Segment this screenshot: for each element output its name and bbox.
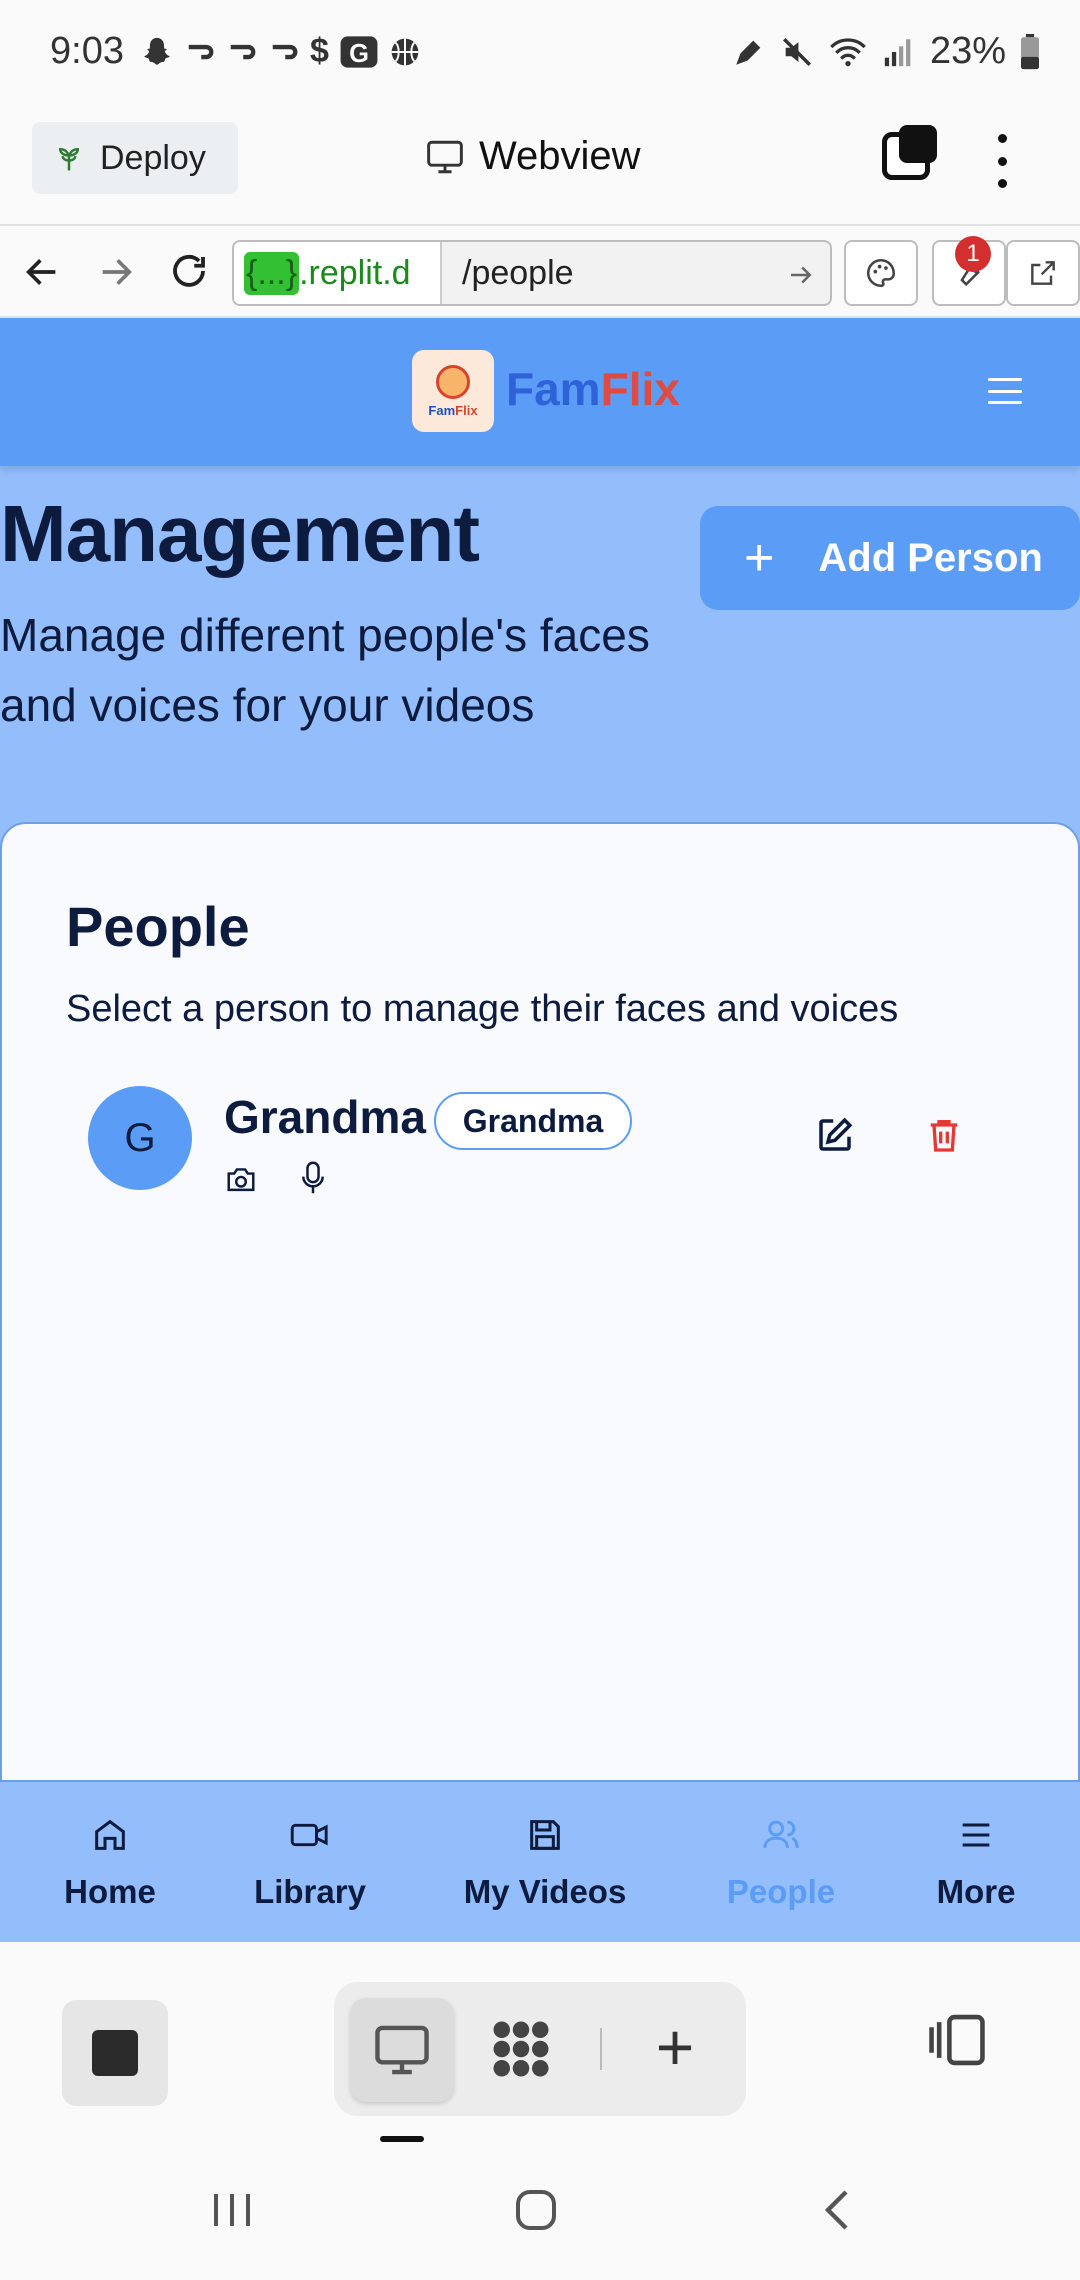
tabs-switcher-icon[interactable] bbox=[882, 125, 937, 180]
video-icon bbox=[290, 1823, 328, 1847]
url-host-text: .replit.d bbox=[299, 253, 411, 292]
view-switcher: + bbox=[334, 1982, 746, 2116]
open-external-button[interactable] bbox=[1006, 240, 1080, 306]
webview-label: Webview bbox=[479, 134, 641, 178]
recent-apps-icon[interactable] bbox=[210, 2190, 254, 2230]
signal-icon bbox=[884, 38, 911, 66]
camera-icon bbox=[227, 1168, 255, 1192]
card-title: People bbox=[66, 895, 250, 958]
deploy-button[interactable]: Deploy bbox=[32, 122, 238, 194]
status-time: 9:03 bbox=[50, 30, 124, 72]
snapchat-icon bbox=[144, 37, 170, 65]
nav-item-home[interactable]: Home bbox=[40, 1782, 180, 1944]
add-tab-button[interactable]: + bbox=[630, 2002, 720, 2092]
home-icon bbox=[95, 1819, 125, 1850]
microphone-icon bbox=[302, 1161, 324, 1194]
nav-label: People bbox=[726, 1873, 836, 1910]
famflix-app: FamFlix FamFlix Management Manage differ… bbox=[0, 318, 1080, 1942]
basketball-icon bbox=[391, 38, 419, 65]
home-button-icon[interactable] bbox=[512, 2186, 560, 2234]
hamburger-menu-icon[interactable] bbox=[988, 378, 1022, 404]
battery-icon bbox=[1021, 33, 1039, 69]
person-name: Grandma bbox=[224, 1091, 426, 1143]
status-bar: 9:03 $ G 23% bbox=[0, 0, 1080, 108]
nav-item-library[interactable]: Library bbox=[240, 1782, 380, 1944]
forward-arrow-icon[interactable] bbox=[96, 252, 136, 292]
back-icon[interactable] bbox=[820, 2186, 856, 2234]
webview-title[interactable]: Webview bbox=[425, 134, 641, 179]
relation-badge: Grandma bbox=[434, 1092, 632, 1150]
divider bbox=[600, 2028, 602, 2070]
webview-tab-button[interactable] bbox=[350, 1998, 454, 2102]
page-title: Management bbox=[0, 489, 480, 578]
nav-label: My Videos bbox=[463, 1873, 627, 1910]
palette-icon bbox=[866, 258, 896, 288]
deploy-label: Deploy bbox=[100, 138, 206, 177]
g-icon: G bbox=[340, 35, 378, 67]
add-person-label: Add Person bbox=[818, 535, 1043, 580]
nav-label: Home bbox=[64, 1873, 156, 1910]
trash-icon[interactable] bbox=[924, 1114, 964, 1156]
famflix-logo[interactable]: FamFlix bbox=[412, 350, 494, 432]
url-host-pill: {...} bbox=[244, 251, 300, 295]
monitor-icon bbox=[375, 2025, 429, 2075]
android-nav-bar bbox=[0, 2142, 1080, 2280]
reload-icon[interactable] bbox=[168, 250, 210, 292]
url-input[interactable]: {...} .replit.d /people bbox=[232, 240, 832, 306]
svg-text:G: G bbox=[349, 39, 369, 67]
edit-icon[interactable] bbox=[814, 1114, 856, 1156]
nav-label: More bbox=[936, 1873, 1016, 1910]
people-card: People Select a person to manage their f… bbox=[0, 822, 1080, 1942]
page-subtitle: Manage different people's faces and voic… bbox=[0, 609, 650, 731]
wifi-icon bbox=[830, 37, 866, 66]
add-person-button[interactable]: + Add Person bbox=[700, 506, 1080, 610]
external-link-icon bbox=[1031, 261, 1055, 285]
replit-header: Deploy Webview bbox=[0, 112, 1080, 222]
nav-item-more[interactable]: More bbox=[906, 1782, 1046, 1944]
app-icon bbox=[188, 44, 214, 59]
replit-toolbar: + bbox=[0, 1942, 1080, 2142]
more-options-icon[interactable] bbox=[982, 134, 1022, 188]
nav-label: Library bbox=[254, 1873, 366, 1910]
app-header: FamFlix FamFlix bbox=[0, 318, 1080, 466]
stop-icon bbox=[92, 2030, 138, 2076]
system-icons: 23% bbox=[732, 30, 1040, 73]
app-icon bbox=[230, 44, 256, 59]
url-path: /people bbox=[462, 254, 574, 292]
app-icon bbox=[272, 44, 298, 59]
stop-button[interactable] bbox=[62, 2000, 168, 2106]
devtools-badge: 1 bbox=[955, 236, 991, 272]
deploy-icon bbox=[58, 147, 80, 171]
back-arrow-icon[interactable] bbox=[22, 252, 62, 292]
card-subtitle: Select a person to manage their faces an… bbox=[66, 988, 899, 1030]
webview-url-bar: {...} .replit.d /people bbox=[0, 224, 1080, 318]
logo-face-icon bbox=[436, 364, 470, 399]
brand-flix: Flix bbox=[600, 363, 680, 415]
palette-button[interactable] bbox=[844, 240, 918, 306]
brand-name[interactable]: FamFlix bbox=[506, 362, 680, 416]
notification-icons: $ G bbox=[140, 32, 421, 71]
url-host: {...} .replit.d bbox=[234, 242, 442, 304]
monitor-icon bbox=[427, 140, 463, 173]
nav-item-my-videos[interactable]: My Videos bbox=[455, 1782, 635, 1944]
nav-item-people[interactable]: People bbox=[696, 1782, 866, 1944]
go-arrow-icon[interactable] bbox=[786, 260, 816, 290]
plus-icon: + bbox=[744, 529, 775, 587]
apps-grid-icon[interactable] bbox=[484, 2012, 558, 2086]
menu-icon bbox=[962, 1823, 990, 1847]
logo-small-text: FamFlix bbox=[428, 402, 478, 418]
pen-icon bbox=[736, 40, 761, 65]
bottom-nav: Home Library My Videos People More bbox=[0, 1780, 1080, 1942]
battery-percent: 23% bbox=[929, 30, 1006, 72]
brand-fam: Fam bbox=[506, 363, 601, 415]
people-icon bbox=[763, 1820, 799, 1849]
avatar: G bbox=[88, 1086, 192, 1190]
save-icon bbox=[530, 1820, 560, 1850]
mute-icon bbox=[782, 37, 811, 66]
side-panel-icon[interactable] bbox=[926, 2012, 988, 2068]
dollar-icon: $ bbox=[310, 32, 329, 70]
